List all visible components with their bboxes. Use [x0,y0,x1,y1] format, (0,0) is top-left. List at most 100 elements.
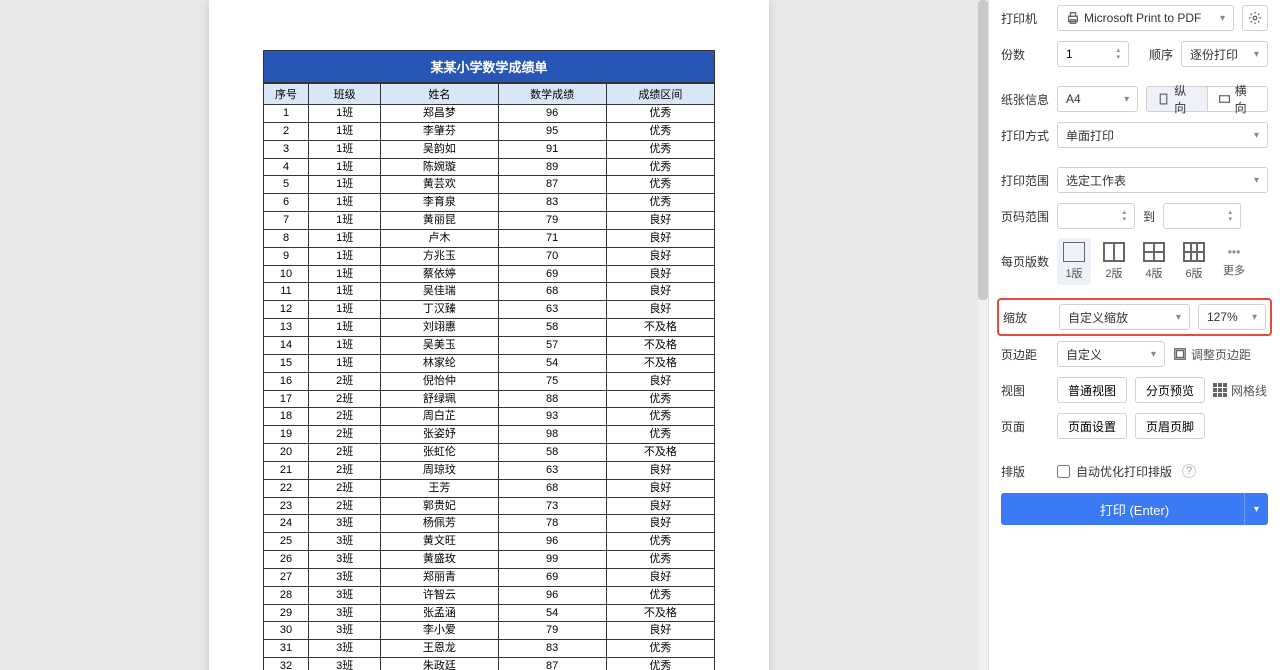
print-method-select[interactable]: 单面打印 ▾ [1057,122,1268,148]
table-row: 273班郑丽青69良好 [264,568,715,586]
table-cell: 58 [498,319,606,337]
print-button-label: 打印 (Enter) [1100,500,1169,519]
normal-view-button[interactable]: 普通视图 [1057,377,1127,403]
table-cell: 96 [498,533,606,551]
table-row: 71班黄丽昆79良好 [264,212,715,230]
table-cell: 1班 [309,158,381,176]
table-cell: 良好 [606,622,714,640]
table-row: 11班郑昌梦96优秀 [264,105,715,123]
table-cell: 不及格 [606,444,714,462]
portrait-icon [1157,92,1170,106]
table-row: 293班张孟涵54不及格 [264,604,715,622]
copies-input[interactable]: ▴▾ [1057,41,1129,67]
page-from-field[interactable] [1066,209,1122,223]
zoom-percent-select[interactable]: 127% ▾ [1198,304,1266,330]
print-button[interactable]: 打印 (Enter) ▾ [1001,493,1268,525]
adjust-margins-button[interactable]: 调整页边距 [1173,346,1251,363]
table-cell: 不及格 [606,604,714,622]
order-select[interactable]: 逐份打印 ▾ [1181,41,1268,67]
table-cell: 29 [264,604,309,622]
zoom-mode-select[interactable]: 自定义缩放 ▾ [1059,304,1190,330]
paper-size-select[interactable]: A4 ▾ [1057,86,1138,112]
table-row: 192班张姿妤98优秀 [264,426,715,444]
spinner-down-icon[interactable]: ▾ [1122,217,1126,223]
help-icon[interactable]: ? [1182,464,1196,478]
spinner-up-icon[interactable]: ▴ [1229,210,1233,216]
printer-select[interactable]: Microsoft Print to PDF ▾ [1057,5,1234,31]
column-header: 姓名 [381,84,498,105]
printer-label: 打印机 [1001,10,1049,27]
print-dropdown-button[interactable]: ▾ [1244,493,1268,525]
page-to-input[interactable]: ▴▾ [1163,203,1241,229]
spinner-down-icon[interactable]: ▾ [1116,55,1120,61]
spinner-up-icon[interactable]: ▴ [1122,210,1126,216]
table-cell: 2班 [309,497,381,515]
orientation-portrait-button[interactable]: 纵向 [1146,86,1207,112]
column-header: 序号 [264,84,309,105]
table-cell: 张虹伦 [381,444,498,462]
table-cell: 71 [498,229,606,247]
table-cell: 1班 [309,194,381,212]
layout-more-label: 更多 [1223,262,1245,278]
page-from-input[interactable]: ▴▾ [1057,203,1135,229]
grade-table: 序号班级姓名数学成绩成绩区间 11班郑昌梦96优秀21班李肇芬95优秀31班吴韵… [263,83,715,670]
table-cell: 优秀 [606,176,714,194]
table-cell: 郭贵妃 [381,497,498,515]
zoom-value: 自定义缩放 [1068,309,1128,326]
table-cell: 4 [264,158,309,176]
print-range-select[interactable]: 选定工作表 ▾ [1057,167,1268,193]
table-row: 51班黄芸欢87优秀 [264,176,715,194]
table-cell: 18 [264,408,309,426]
table-cell: 63 [498,301,606,319]
table-cell: 54 [498,354,606,372]
layout-2up-button[interactable]: 2版 [1097,238,1131,285]
table-cell: 20 [264,444,309,462]
table-cell: 优秀 [606,640,714,658]
table-cell: 28 [264,586,309,604]
copies-field[interactable] [1066,47,1116,61]
table-row: 61班李育泉83优秀 [264,194,715,212]
table-cell: 89 [498,158,606,176]
table-cell: 良好 [606,568,714,586]
layout-6up-button[interactable]: 6版 [1177,238,1211,285]
table-cell: 12 [264,301,309,319]
page-setup-button[interactable]: 页面设置 [1057,413,1127,439]
table-cell: 2班 [309,444,381,462]
paper-preview: 某某小学数学成绩单 序号班级姓名数学成绩成绩区间 11班郑昌梦96优秀21班李肇… [209,0,769,670]
layout-more-button[interactable]: ••• 更多 [1217,241,1251,282]
perpage-label: 每页版数 [1001,253,1049,270]
table-cell: 李育泉 [381,194,498,212]
scrollbar-thumb[interactable] [978,0,988,300]
table-cell: 26 [264,551,309,569]
layout-1up-button[interactable]: 1版 [1057,238,1091,285]
table-cell: 69 [498,568,606,586]
table-cell: 3班 [309,640,381,658]
page-break-view-button[interactable]: 分页预览 [1135,377,1205,403]
table-row: 162班倪怡仲75良好 [264,372,715,390]
table-cell: 良好 [606,479,714,497]
orientation-landscape-button[interactable]: 横向 [1208,86,1268,112]
table-cell: 3班 [309,551,381,569]
gridlines-toggle[interactable]: 网格线 [1213,382,1267,399]
margin-select[interactable]: 自定义 ▾ [1057,341,1165,367]
table-row: 303班李小爱79良好 [264,622,715,640]
preview-scrollbar[interactable] [978,0,988,670]
table-cell: 优秀 [606,194,714,212]
table-cell: 5 [264,176,309,194]
table-cell: 7 [264,212,309,230]
header-footer-button[interactable]: 页眉页脚 [1135,413,1205,439]
table-row: 101班蔡依婷69良好 [264,265,715,283]
printer-icon [1066,11,1080,25]
spinner-up-icon[interactable]: ▴ [1116,48,1120,54]
spinner-down-icon[interactable]: ▾ [1229,217,1233,223]
layout-4up-button[interactable]: 4版 [1137,238,1171,285]
printer-settings-button[interactable] [1242,5,1268,31]
table-row: 131班刘翊惠58不及格 [264,319,715,337]
paper-value: A4 [1066,92,1081,106]
gridlines-label: 网格线 [1231,382,1267,399]
table-cell: 73 [498,497,606,515]
auto-layout-checkbox[interactable] [1057,465,1070,478]
page-to-field[interactable] [1172,209,1228,223]
table-cell: 黄丽昆 [381,212,498,230]
table-cell: 刘翊惠 [381,319,498,337]
